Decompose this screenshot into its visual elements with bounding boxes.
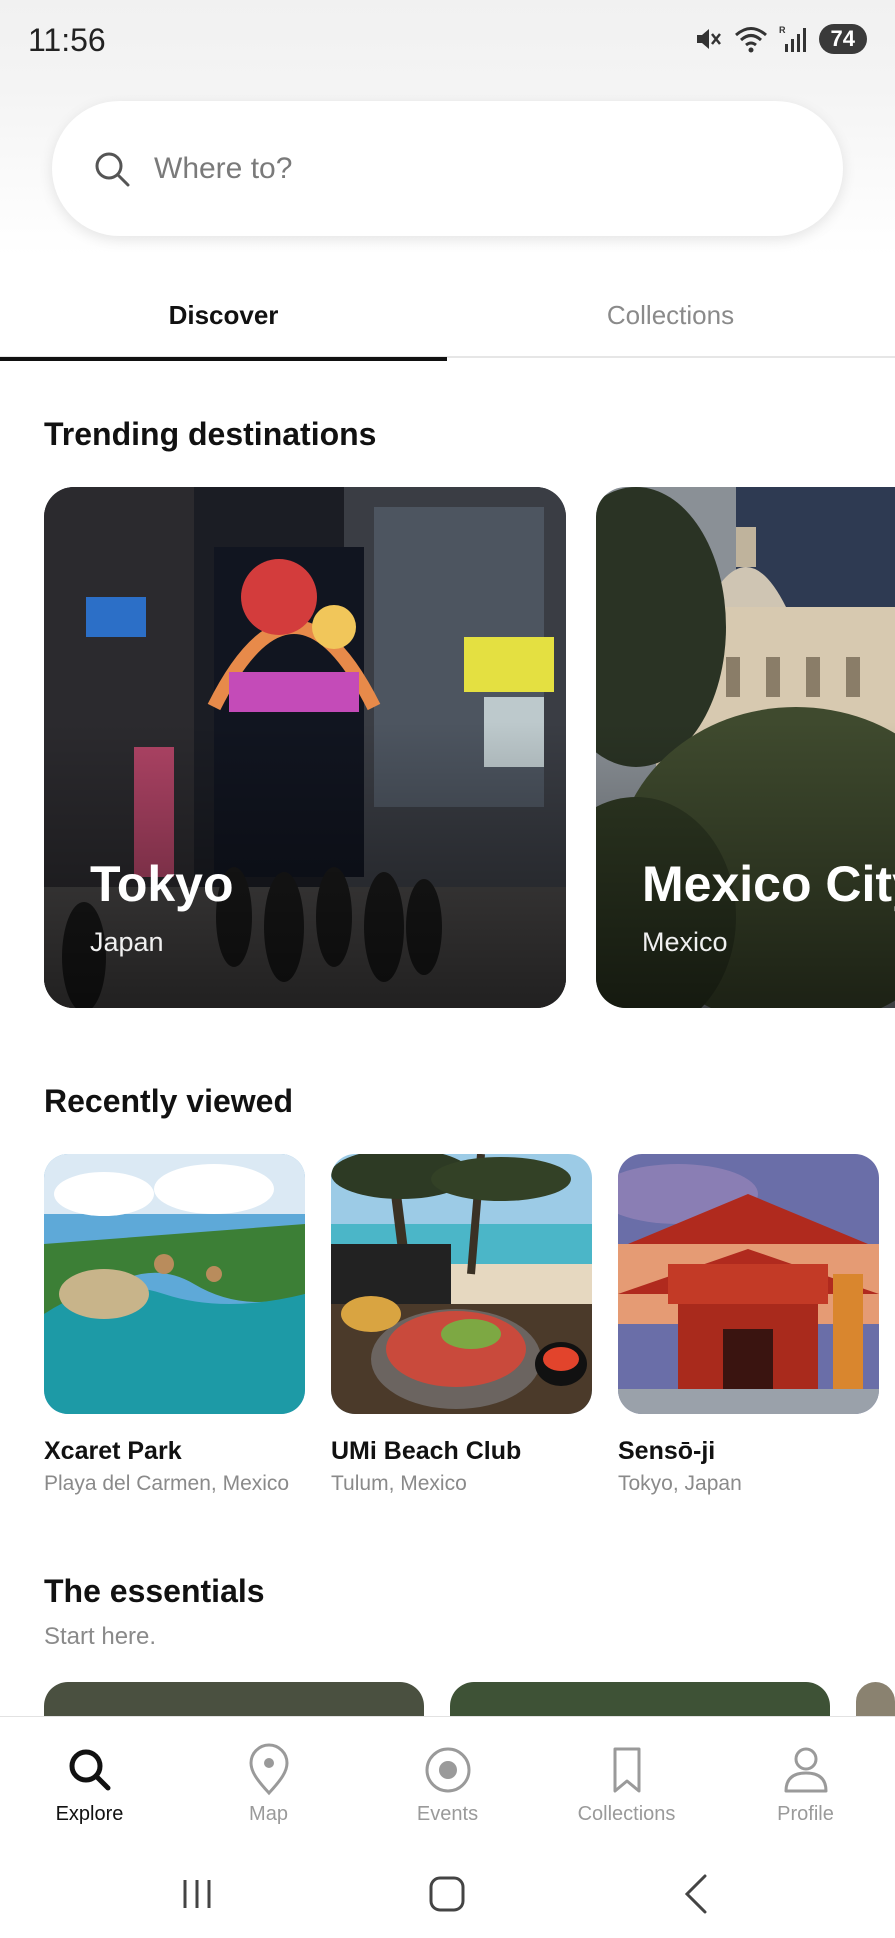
- recent-image-umi[interactable]: [331, 1154, 592, 1414]
- nav-collections[interactable]: Collections: [537, 1717, 716, 1852]
- recent-apps-icon[interactable]: [167, 1864, 227, 1924]
- nav-label: Collections: [577, 1803, 676, 1825]
- nav-label: Events: [416, 1803, 479, 1825]
- signal-icon: R: [779, 25, 806, 52]
- essentials-title: The essentials: [44, 1573, 265, 1609]
- nav-label: Explore: [55, 1803, 124, 1825]
- status-icons: R 74: [693, 24, 867, 54]
- nav-label: Profile: [777, 1803, 834, 1825]
- recent-location: Tulum, Mexico: [331, 1472, 467, 1495]
- tab-discover[interactable]: Discover: [0, 272, 447, 361]
- back-icon[interactable]: [667, 1864, 727, 1924]
- recent-image-xcaret[interactable]: [44, 1154, 305, 1414]
- mute-icon: [696, 29, 721, 49]
- senso-ji-image: [618, 1154, 879, 1414]
- destination-name: Tokyo: [90, 856, 234, 912]
- wifi-icon: [734, 27, 767, 53]
- home-icon[interactable]: [417, 1864, 477, 1924]
- search-input[interactable]: [154, 151, 754, 186]
- bookmark-icon: [613, 1747, 640, 1793]
- nav-label: Map: [249, 1803, 288, 1825]
- nav-map[interactable]: Map: [179, 1717, 358, 1852]
- status-time: 11:56: [28, 22, 106, 58]
- nav-explore[interactable]: Explore: [0, 1717, 179, 1852]
- search-icon: [95, 152, 130, 186]
- person-icon: [784, 1747, 827, 1793]
- recent-name: UMi Beach Club: [331, 1437, 522, 1465]
- status-bar: 11:56 R 74: [0, 0, 895, 86]
- events-icon: [425, 1747, 470, 1793]
- system-nav-bar: [0, 1852, 895, 1938]
- search-bar[interactable]: [52, 101, 843, 236]
- recent-location: Tokyo, Japan: [618, 1472, 742, 1495]
- trending-title: Trending destinations: [44, 416, 377, 452]
- tab-bar: Discover Collections: [0, 272, 895, 361]
- map-pin-icon: [248, 1743, 289, 1796]
- umi-beach-club-image: [331, 1154, 592, 1414]
- battery-indicator: 74: [818, 24, 867, 54]
- recent-location: Playa del Carmen, Mexico: [44, 1472, 290, 1495]
- recent-title: Recently viewed: [44, 1083, 293, 1119]
- card-shade: [596, 487, 895, 1008]
- destination-name: Mexico City: [642, 856, 895, 912]
- recent-image-sensoji[interactable]: [618, 1154, 879, 1414]
- bottom-nav: Explore Map Events Collections Profile: [0, 1716, 895, 1852]
- recent-name: Xcaret Park: [44, 1437, 182, 1465]
- recent-name: Sensō-ji: [618, 1437, 716, 1465]
- trending-card-tokyo[interactable]: Tokyo Japan: [44, 487, 566, 1008]
- destination-country: Mexico: [642, 927, 728, 957]
- nav-events[interactable]: Events: [358, 1717, 537, 1852]
- tab-collections[interactable]: Collections: [447, 272, 894, 358]
- trending-card-mexico-city[interactable]: Mexico City Mexico: [596, 487, 895, 1008]
- search-icon: [69, 1749, 110, 1791]
- destination-country: Japan: [90, 927, 164, 957]
- nav-profile[interactable]: Profile: [716, 1717, 895, 1852]
- network-label: R: [779, 25, 786, 35]
- xcaret-park-image: [44, 1154, 305, 1414]
- essentials-subtitle: Start here.: [44, 1623, 157, 1650]
